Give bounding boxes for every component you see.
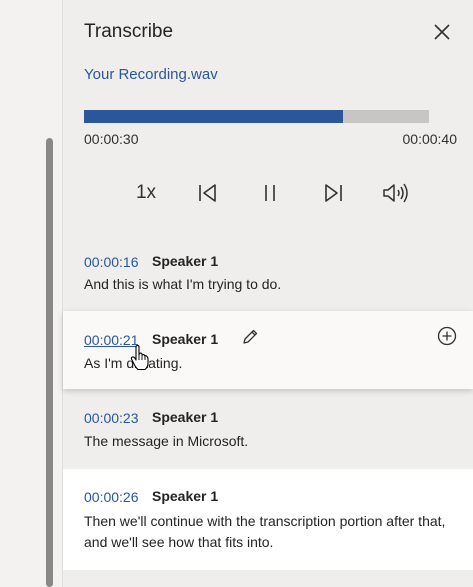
pause-button[interactable] <box>253 176 287 210</box>
transcript-entry[interactable]: 00:00:26 Speaker 1 Then we'll continue w… <box>63 469 473 570</box>
playback-speed-button[interactable]: 1x <box>129 176 163 210</box>
document-area <box>0 0 62 587</box>
entry-text[interactable]: The message in Microsoft. <box>84 431 464 452</box>
playback-progress-fill <box>84 110 343 123</box>
hand-cursor-icon <box>130 345 149 371</box>
entry-timestamp[interactable]: 00:00:26 <box>84 489 139 505</box>
transcript-entry-active[interactable]: 00:00:21 Speaker 1 As I'm dictating. <box>63 311 473 389</box>
current-time: 00:00:30 <box>84 131 139 147</box>
volume-button[interactable] <box>378 176 412 210</box>
recording-file-name[interactable]: Your Recording.wav <box>84 66 218 83</box>
close-button[interactable] <box>429 19 455 45</box>
entry-timestamp[interactable]: 00:00:16 <box>84 254 139 270</box>
entry-text[interactable]: Then we'll continue with the transcripti… <box>84 511 464 553</box>
add-circle-icon <box>437 326 457 346</box>
entry-speaker: Speaker 1 <box>152 331 219 347</box>
total-time: 00:00:40 <box>402 131 458 147</box>
volume-icon <box>383 183 408 203</box>
transcript-entry[interactable]: 00:00:23 Speaker 1 The message in Micros… <box>63 390 473 468</box>
rewind-icon <box>199 184 216 202</box>
playback-controls: 1x <box>63 176 473 212</box>
document-scrollbar[interactable] <box>46 138 53 587</box>
pause-icon <box>265 185 275 201</box>
edit-entry-button[interactable] <box>239 326 261 348</box>
rewind-button[interactable] <box>191 176 225 210</box>
transcript-entry[interactable]: 00:00:16 Speaker 1 And this is what I'm … <box>63 240 473 310</box>
entry-timestamp[interactable]: 00:00:23 <box>84 410 139 426</box>
transcribe-pane: Transcribe Your Recording.wav 00:00:30 0… <box>63 0 473 587</box>
entry-speaker: Speaker 1 <box>152 488 219 504</box>
pane-title: Transcribe <box>84 21 174 42</box>
fast-forward-icon <box>325 184 342 202</box>
entry-speaker: Speaker 1 <box>152 409 219 425</box>
close-icon <box>434 24 450 40</box>
fast-forward-button[interactable] <box>316 176 350 210</box>
playback-progress-bar[interactable] <box>84 110 429 123</box>
entry-speaker: Speaker 1 <box>152 253 219 269</box>
entry-text[interactable]: And this is what I'm trying to do. <box>84 274 464 295</box>
pencil-icon <box>243 329 258 344</box>
add-to-document-button[interactable] <box>436 325 458 347</box>
